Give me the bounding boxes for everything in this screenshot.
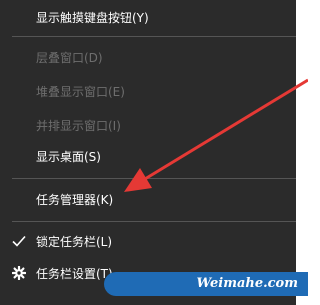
- menu-item-label: 锁定任务栏(L): [36, 235, 113, 249]
- watermark-text: Weimahe.com: [196, 276, 298, 291]
- window-edge: [296, 0, 308, 305]
- gear-icon: [12, 256, 28, 292]
- menu-item-label: 显示桌面(S): [36, 150, 101, 164]
- menu-separator: [12, 178, 296, 179]
- menu-item-label: 层叠窗口(D): [36, 51, 103, 65]
- menu-item-label: 任务管理器(K): [36, 193, 114, 207]
- menu-item-show-desktop[interactable]: 显示桌面(S): [0, 139, 296, 175]
- menu-item-task-manager[interactable]: 任务管理器(K): [0, 182, 296, 218]
- taskbar-context-menu: 显示触摸键盘按钮(Y) 层叠窗口(D) 堆叠显示窗口(E) 并排显示窗口(I) …: [0, 0, 296, 305]
- menu-item-cascade-windows: 层叠窗口(D): [0, 40, 296, 76]
- menu-item-label: 显示触摸键盘按钮(Y): [36, 11, 149, 25]
- checkmark-icon: [12, 224, 28, 260]
- menu-item-show-touch-keyboard-button[interactable]: 显示触摸键盘按钮(Y): [0, 0, 296, 36]
- menu-item-lock-taskbar[interactable]: 锁定任务栏(L): [0, 224, 296, 260]
- menu-item-label: 任务栏设置(T): [36, 267, 113, 281]
- watermark: Weimahe.com: [104, 272, 308, 296]
- menu-separator: [12, 36, 296, 37]
- menu-item-label: 堆叠显示窗口(E): [36, 85, 125, 99]
- menu-item-stack-windows: 堆叠显示窗口(E): [0, 74, 296, 110]
- menu-separator: [12, 221, 296, 222]
